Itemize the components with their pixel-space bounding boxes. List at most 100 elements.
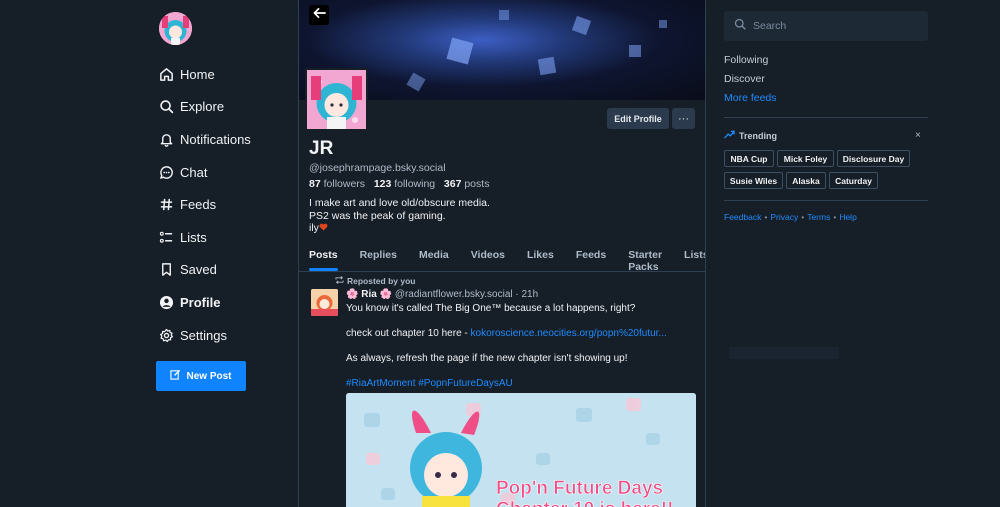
- nav-lists-label: Lists: [180, 229, 207, 245]
- divider: [724, 117, 928, 118]
- nav-chat-label: Chat: [180, 164, 208, 180]
- profile-handle: @josephrampage.bsky.social: [309, 162, 446, 174]
- posts-label: posts: [464, 178, 490, 190]
- hash-icon: [158, 197, 174, 213]
- nav-saved-label: Saved: [180, 262, 217, 278]
- nav-feeds-label: Feeds: [180, 197, 217, 213]
- nav-feeds[interactable]: Feeds: [156, 188, 296, 221]
- trending-chip[interactable]: Caturday: [829, 172, 878, 189]
- trending-icon: [724, 130, 735, 141]
- trending-chip[interactable]: Alaska: [786, 172, 826, 189]
- post-text: You know it's called The Big One™ becaus…: [346, 303, 701, 403]
- following-label: following: [394, 178, 436, 190]
- post-author-handle[interactable]: @radiantflower.bsky.social: [395, 289, 513, 300]
- nav-notifications[interactable]: Notifications: [156, 123, 296, 156]
- followers-stat[interactable]: 87 followers: [309, 178, 365, 190]
- profile-tabs: Posts Replies Media Videos Likes Feeds S…: [299, 242, 705, 273]
- nav-settings[interactable]: Settings: [156, 319, 296, 352]
- tab-likes[interactable]: Likes: [527, 242, 554, 271]
- profile-stats: 87 followers 123 following 367 posts: [309, 178, 489, 190]
- nav-saved[interactable]: Saved: [156, 254, 296, 287]
- nav-profile[interactable]: Profile: [156, 286, 296, 319]
- new-post-label: New Post: [186, 370, 232, 382]
- trending-chip[interactable]: Susie Wiles: [724, 172, 783, 189]
- tab-media[interactable]: Media: [419, 242, 449, 271]
- avatar-illustration: [159, 12, 192, 45]
- tab-posts[interactable]: Posts: [309, 242, 338, 271]
- trending-chip[interactable]: Mick Foley: [777, 150, 834, 167]
- more-feeds-link[interactable]: More feeds: [724, 92, 777, 104]
- search-icon: [158, 99, 174, 115]
- bio-line: PS2 was the peak of gaming.: [309, 209, 446, 222]
- search-bar[interactable]: [724, 11, 928, 41]
- footer-feedback-link[interactable]: Feedback: [724, 212, 761, 222]
- more-options-button[interactable]: ···: [672, 108, 695, 129]
- user-circle-icon: [158, 294, 174, 310]
- nav-chat[interactable]: Chat: [156, 156, 296, 189]
- nav-notifications-label: Notifications: [180, 131, 251, 147]
- post-hashtags[interactable]: #RiaArtMoment #PopnFutureDaysAU: [346, 378, 701, 390]
- bookmark-icon: [158, 262, 174, 278]
- feed-post[interactable]: Reposted by you 🌸 Ria 🌸 @radiantflower.b…: [299, 272, 705, 507]
- feed-link-following[interactable]: Following: [724, 54, 768, 66]
- close-trending-button[interactable]: ×: [915, 130, 921, 141]
- profile-bio: I make art and love old/obscure media. P…: [309, 197, 490, 235]
- tab-feeds[interactable]: Feeds: [576, 242, 606, 271]
- separator-dot: •: [833, 212, 837, 222]
- left-sidebar: Home Explore Notifications Chat Feeds Li…: [156, 12, 296, 391]
- footer-help-link[interactable]: Help: [839, 212, 856, 222]
- post-link[interactable]: kokoroscience.neocities.org/popn%20futur…: [471, 328, 667, 339]
- following-count: 123: [373, 178, 392, 190]
- tab-videos[interactable]: Videos: [471, 242, 505, 271]
- gear-icon: [158, 327, 174, 343]
- ellipsis-icon: ···: [678, 112, 689, 125]
- post-author-name[interactable]: 🌸 Ria 🌸: [346, 289, 392, 300]
- footer-privacy-link[interactable]: Privacy: [770, 212, 798, 222]
- tab-starter-packs[interactable]: Starter Packs: [628, 242, 662, 273]
- nav-lists[interactable]: Lists: [156, 221, 296, 254]
- repost-label: Reposted by you: [347, 276, 416, 286]
- post-timestamp[interactable]: · 21h: [515, 289, 538, 300]
- nav-home-label: Home: [180, 66, 215, 82]
- posts-stat: 367 posts: [444, 178, 490, 190]
- bio-line: I make art and love old/obscure media.: [309, 197, 490, 209]
- post-line: You know it's called The Big One™ becaus…: [346, 303, 636, 314]
- nav-explore[interactable]: Explore: [156, 91, 296, 124]
- new-post-button[interactable]: New Post: [156, 361, 246, 391]
- search-icon: [734, 17, 746, 35]
- pencil-icon: [170, 369, 181, 383]
- home-icon: [158, 66, 174, 82]
- nav-home[interactable]: Home: [156, 58, 296, 91]
- tab-replies[interactable]: Replies: [360, 242, 397, 271]
- post-image-illustration: Pop'n Future Days Chapter 10 is here!!: [346, 393, 696, 507]
- post-line-with-link: check out chapter 10 here - kokoroscienc…: [346, 328, 701, 340]
- search-input[interactable]: [753, 20, 913, 32]
- repost-icon: [335, 276, 344, 286]
- bell-icon: [158, 131, 174, 147]
- post-author-avatar[interactable]: [311, 289, 338, 316]
- nav-settings-label: Settings: [180, 327, 227, 343]
- post-image[interactable]: Pop'n Future Days Chapter 10 is here!!: [346, 393, 696, 507]
- heart-icon: [319, 222, 328, 234]
- tab-lists[interactable]: Lists: [684, 242, 705, 271]
- trending-label: Trending: [739, 130, 777, 141]
- profile-avatar[interactable]: [305, 68, 368, 131]
- list-icon: [158, 229, 174, 245]
- followers-label: followers: [323, 178, 366, 190]
- trending-chip[interactable]: NBA Cup: [724, 150, 774, 167]
- feed-link-discover[interactable]: Discover: [724, 73, 765, 85]
- back-button[interactable]: [309, 5, 329, 25]
- profile-column: Edit Profile ··· JR @josephrampage.bsky.…: [298, 0, 706, 507]
- divider: [724, 200, 928, 201]
- footer-terms-link[interactable]: Terms: [807, 212, 830, 222]
- following-stat[interactable]: 123 following: [374, 178, 435, 190]
- display-name: JR: [309, 138, 334, 159]
- nav-profile-label: Profile: [180, 294, 221, 310]
- user-avatar[interactable]: [159, 12, 192, 45]
- footer-links: Feedback • Privacy • Terms • Help: [724, 212, 857, 222]
- posts-count: 367: [443, 178, 462, 190]
- post-avatar-illustration: [311, 289, 338, 316]
- edit-profile-button[interactable]: Edit Profile: [607, 108, 669, 129]
- trending-chip[interactable]: Disclosure Day: [837, 150, 910, 167]
- image-title-line2: Chapter 10 is here!!: [496, 499, 673, 507]
